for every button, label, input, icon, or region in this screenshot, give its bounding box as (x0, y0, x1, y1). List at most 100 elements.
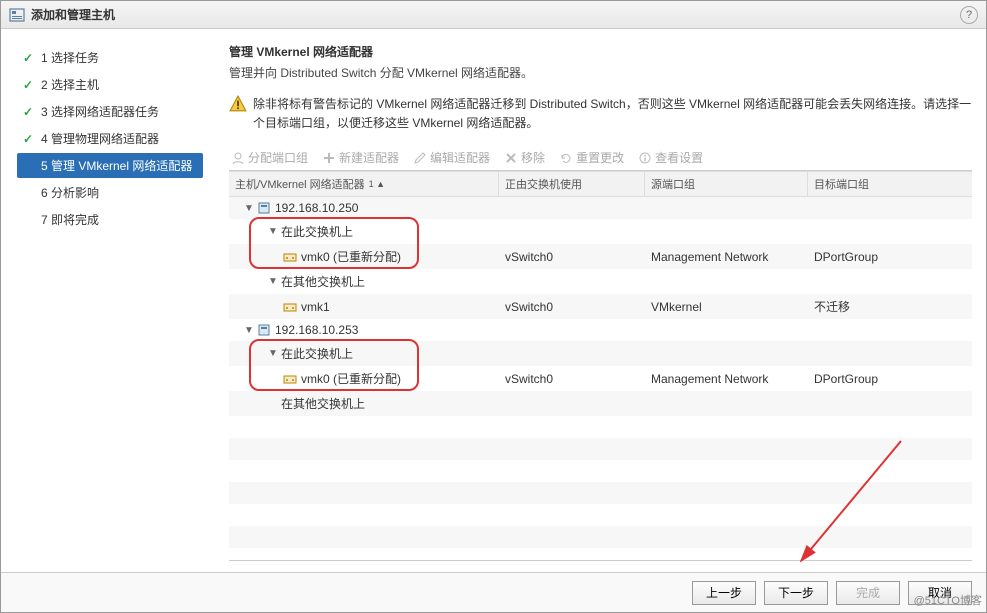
cell-dest-pg (808, 204, 972, 212)
table-row-empty (229, 460, 972, 482)
vmkernel-icon (283, 372, 297, 386)
cell-dest-pg: 不迁移 (808, 294, 972, 319)
row-label: 在其他交换机上 (281, 273, 365, 290)
step-label: 7 即将完成 (41, 211, 99, 228)
checkmark-icon: ✓ (23, 78, 41, 92)
cell-switch: vSwitch0 (499, 246, 645, 268)
cell-dest-pg (808, 326, 972, 334)
table-row[interactable]: ▼192.168.10.250 (229, 197, 972, 219)
cell-switch (499, 350, 645, 358)
adapter-grid[interactable]: ▼192.168.10.250▼在此交换机上vmk0 (已重新分配)vSwitc… (229, 197, 972, 561)
wizard-step-2[interactable]: ✓2 选择主机 (17, 72, 203, 97)
wizard-step-5[interactable]: 5 管理 VMkernel 网络适配器 (17, 153, 203, 178)
table-header: 主机/VMkernel 网络适配器1 ▲ 正由交换机使用 源端口组 目标端口组 (229, 171, 972, 197)
table-row-empty (229, 482, 972, 504)
row-label: vmk0 (已重新分配) (301, 248, 401, 265)
cell-switch (499, 326, 645, 334)
cell-dest-pg (808, 350, 972, 358)
cell-dest-pg: DPortGroup (808, 246, 972, 268)
main-panel: 管理 VMkernel 网络适配器 管理并向 Distributed Switc… (211, 29, 986, 569)
warning-text: 除非将标有警告标记的 VMkernel 网络适配器迁移到 Distributed… (253, 95, 972, 133)
table-row-empty (229, 548, 972, 561)
reset-changes-button[interactable]: 重置更改 (559, 149, 624, 166)
back-button[interactable]: 上一步 (692, 581, 756, 605)
cell-source-pg: VMkernel (645, 296, 808, 318)
cell-dest-pg (808, 228, 972, 236)
cell-source-pg (645, 350, 808, 358)
checkmark-icon: ✓ (23, 105, 41, 119)
cell-source-pg (645, 228, 808, 236)
expand-toggle[interactable]: ▼ (267, 348, 279, 359)
edit-adapter-button[interactable]: 编辑适配器 (413, 149, 490, 166)
table-row[interactable]: ▼在此交换机上 (229, 219, 972, 244)
titlebar: 添加和管理主机 ? (1, 1, 986, 29)
next-button[interactable]: 下一步 (764, 581, 828, 605)
cell-switch: vSwitch0 (499, 368, 645, 390)
table-row[interactable]: ▼在此交换机上 (229, 341, 972, 366)
assign-portgroup-button[interactable]: 分配端口组 (231, 149, 308, 166)
table-row[interactable]: ▼ 192.168.10.253 (229, 319, 972, 341)
remove-button[interactable]: 移除 (504, 149, 545, 166)
finish-button: 完成 (836, 581, 900, 605)
wizard-footer: 上一步 下一步 完成 取消 (1, 572, 986, 612)
cell-source-pg: Management Network (645, 246, 808, 268)
table-row-empty (229, 416, 972, 438)
row-label: 192.168.10.253 (275, 323, 358, 337)
col-source-pg[interactable]: 源端口组 (645, 172, 808, 196)
table-row[interactable]: 在其他交换机上 (229, 391, 972, 416)
wizard-step-6[interactable]: 6 分析影响 (17, 180, 203, 205)
col-switch[interactable]: 正由交换机使用 (499, 172, 645, 196)
expand-toggle[interactable]: ▼ (267, 276, 279, 287)
warning-icon (229, 95, 247, 113)
step-label: 6 分析影响 (41, 184, 99, 201)
warning-row: 除非将标有警告标记的 VMkernel 网络适配器迁移到 Distributed… (229, 95, 972, 133)
cell-switch (499, 278, 645, 286)
table-row-empty (229, 504, 972, 526)
cell-switch (499, 228, 645, 236)
table-row[interactable]: ▼在其他交换机上 (229, 269, 972, 294)
watermark: @51CTO博客 (914, 592, 982, 608)
vmkernel-icon (283, 250, 297, 264)
row-label: 在此交换机上 (281, 223, 353, 240)
cell-switch: vSwitch0 (499, 296, 645, 318)
expand-toggle[interactable]: ▼ (267, 226, 279, 237)
col-host-adapter[interactable]: 主机/VMkernel 网络适配器1 ▲ (229, 172, 499, 196)
step-label: 2 选择主机 (41, 76, 99, 93)
help-button[interactable]: ? (960, 6, 978, 24)
cell-dest-pg: DPortGroup (808, 368, 972, 390)
wizard-step-1[interactable]: ✓1 选择任务 (17, 45, 203, 70)
wizard-steps-sidebar: ✓1 选择任务✓2 选择主机✓3 选择网络适配器任务✓4 管理物理网络适配器5 … (1, 29, 211, 569)
wizard-step-4[interactable]: ✓4 管理物理网络适配器 (17, 126, 203, 151)
table-row[interactable]: vmk1 vSwitch0VMkernel不迁移 (229, 294, 972, 319)
step-label: 5 管理 VMkernel 网络适配器 (41, 157, 192, 174)
row-label: vmk1 (301, 300, 330, 314)
row-label: 在其他交换机上 (281, 395, 365, 412)
window-title: 添加和管理主机 (31, 6, 960, 23)
page-heading: 管理 VMkernel 网络适配器 (229, 43, 972, 60)
cell-source-pg (645, 326, 808, 334)
cell-source-pg: Management Network (645, 368, 808, 390)
expand-toggle[interactable]: ▼ (243, 325, 255, 336)
cell-switch (499, 204, 645, 212)
new-adapter-button[interactable]: 新建适配器 (322, 149, 399, 166)
wizard-step-7[interactable]: 7 即将完成 (17, 207, 203, 232)
host-icon (257, 323, 271, 337)
step-label: 4 管理物理网络适配器 (41, 130, 159, 147)
expand-toggle[interactable]: ▼ (243, 203, 255, 214)
cell-source-pg (645, 204, 808, 212)
cell-dest-pg (808, 400, 972, 408)
table-row-empty (229, 526, 972, 548)
row-label: 在此交换机上 (281, 345, 353, 362)
cell-dest-pg (808, 278, 972, 286)
table-row[interactable]: vmk0 (已重新分配) vSwitch0Management NetworkDP… (229, 244, 972, 269)
view-settings-button[interactable]: 查看设置 (638, 149, 703, 166)
table-row-empty (229, 438, 972, 460)
table-row[interactable]: vmk0 (已重新分配) vSwitch0Management NetworkDP… (229, 366, 972, 391)
wizard-step-3[interactable]: ✓3 选择网络适配器任务 (17, 99, 203, 124)
wizard-icon (9, 7, 25, 23)
host-icon (257, 201, 271, 215)
page-subheading: 管理并向 Distributed Switch 分配 VMkernel 网络适配… (229, 64, 972, 81)
col-dest-pg[interactable]: 目标端口组 (808, 172, 972, 196)
step-label: 3 选择网络适配器任务 (41, 103, 159, 120)
row-label: vmk0 (已重新分配) (301, 370, 401, 387)
